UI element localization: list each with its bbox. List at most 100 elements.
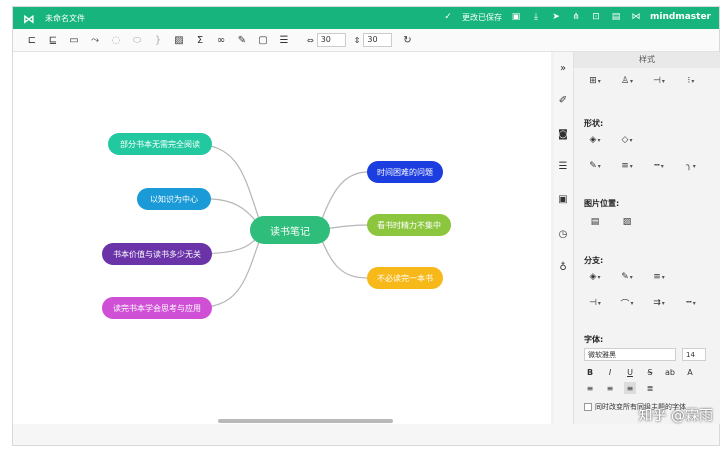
left-topic-3[interactable]: 书本价值与读书多少无关	[102, 243, 212, 265]
watermark: 知乎 @霖雨	[638, 408, 713, 424]
bold-icon[interactable]: B	[584, 366, 596, 378]
refresh-icon[interactable]: ↻	[398, 32, 416, 48]
line-dash-icon[interactable]: ┅ ▾	[648, 160, 670, 172]
floating-topic-icon[interactable]: ▭	[65, 32, 83, 48]
format-panel: 样式 ⊞ ▾ ♙ ▾ ⊣ ▾ ⁝ ▾ 形状: ◈ ▾ ◇ ▾ ✎ ▾ ≡ ▾ ┅ ▾ ╮ ▾ 图片位…	[573, 52, 720, 424]
send-icon[interactable]: ➤	[550, 11, 562, 23]
image-left-icon[interactable]: ▤	[584, 216, 606, 228]
align-justify-icon[interactable]: ≣	[644, 382, 656, 394]
summary-icon[interactable]: }	[149, 32, 167, 48]
shape-label: 形状:	[584, 119, 604, 128]
branch-label: 分支:	[584, 256, 604, 265]
branch-row-1: ◈ ▾ ✎ ▾ ≡ ▾	[584, 271, 670, 283]
horizontal-scrollbar[interactable]	[218, 419, 393, 423]
saved-check-icon: ✓	[444, 12, 452, 22]
title-bar-actions: ✓ 更改已保存 ▣ ⤓ ➤ ⋔ ⊡ ▤ ⋈ mindmaster	[442, 11, 711, 23]
export-icon[interactable]: ⤓	[530, 11, 542, 23]
clock-icon[interactable]: ◷	[557, 228, 569, 240]
strikethrough-icon[interactable]: S̶	[644, 366, 656, 378]
boundary-icon[interactable]: ⬭	[128, 32, 146, 48]
callout-icon[interactable]: ◌	[107, 32, 125, 48]
font-label: 字体:	[584, 335, 604, 344]
shape-select-icon[interactable]: ◇ ▾	[616, 134, 638, 146]
branch-row-2: ⊣ ▾ ⌒ ▾ ⇉ ▾ ┅ ▾	[584, 297, 702, 310]
image-position-row: ▤ ▨	[584, 216, 638, 228]
underline-icon[interactable]: U	[624, 366, 636, 378]
height-input[interactable]: 30	[363, 33, 393, 47]
left-topic-1[interactable]: 部分书本无需完全阅读	[108, 133, 212, 155]
height-icon: ⇕	[353, 35, 361, 45]
relationship-icon[interactable]: ⤳	[86, 32, 104, 48]
save-icon[interactable]: ▣	[510, 11, 522, 23]
collapse-panel-icon[interactable]: »	[557, 62, 569, 74]
height-spinner[interactable]: ⇕ 30	[354, 33, 393, 47]
italic-icon[interactable]: I	[604, 366, 616, 378]
branch-line-color-icon[interactable]: ✎ ▾	[616, 271, 638, 283]
align-center-icon[interactable]: ≡	[624, 382, 636, 394]
branch-arrow-icon[interactable]: ⇉ ▾	[648, 297, 670, 309]
save-status: 更改已保存	[462, 12, 503, 22]
app-logo-icon: ⋈	[23, 12, 35, 26]
file-name: 未命名文件	[45, 14, 85, 23]
publish-icon[interactable]: ⊡	[590, 11, 602, 23]
layout-grid-icon[interactable]: ⊞ ▾	[584, 75, 606, 87]
left-topic-2[interactable]: 以知识为中心	[137, 188, 211, 210]
pen-icon[interactable]: ✎	[233, 32, 251, 48]
image-panel-icon[interactable]: ◙	[557, 128, 569, 140]
checkbox-box[interactable]	[584, 403, 592, 411]
layout-row: ⊞ ▾ ♙ ▾ ⊣ ▾ ⁝ ▾	[584, 75, 702, 87]
brand-name: mindmaster	[650, 12, 711, 22]
right-topic-2[interactable]: 看书时精力不集中	[367, 214, 451, 236]
branch-connector-icon[interactable]: ⊣ ▾	[584, 297, 606, 309]
branch-weight-icon[interactable]: ≡ ▾	[648, 271, 670, 283]
tab-style[interactable]: 样式	[574, 52, 720, 68]
branch-curve-icon[interactable]: ⌒ ▾	[616, 297, 638, 310]
central-topic[interactable]: 读书笔记	[250, 216, 330, 244]
left-topic-4[interactable]: 读完书本学会思考与应用	[102, 297, 212, 319]
image-top-icon[interactable]: ▨	[616, 216, 638, 228]
shape-row-1: ◈ ▾ ◇ ▾	[584, 134, 638, 146]
task-icon[interactable]: ▣	[557, 193, 569, 205]
add-topic-icon[interactable]: ⊏	[23, 32, 41, 48]
brand-logo-icon: ⋈	[631, 12, 641, 22]
image-icon[interactable]: ▨	[170, 32, 188, 48]
line-weight-icon[interactable]: ≡ ▾	[616, 160, 638, 172]
lowercase-icon[interactable]: ab	[664, 366, 676, 378]
align-left-icon[interactable]: ≡	[584, 382, 596, 394]
font-family-select[interactable]: 微软雅黑	[584, 348, 676, 361]
shape-row-2: ✎ ▾ ≡ ▾ ┅ ▾ ╮ ▾	[584, 160, 702, 172]
font-style-row: B I U S̶ ab A	[584, 366, 696, 378]
fill-bucket-icon[interactable]: ◈ ▾	[584, 134, 606, 146]
present-icon[interactable]: ▤	[610, 11, 622, 23]
align-row: ≡ ≡ ≡ ≣	[584, 382, 656, 394]
outline-icon[interactable]: ☰	[557, 160, 569, 172]
side-icon-strip: » ✐ ◙ ☰ ▣ ◷ ♁	[554, 52, 572, 424]
branch-dash-icon[interactable]: ┅ ▾	[680, 297, 702, 309]
width-spinner[interactable]: ⇔ 30	[307, 33, 346, 47]
note-icon[interactable]: ☰	[275, 32, 293, 48]
branch-fill-icon[interactable]: ◈ ▾	[584, 271, 606, 283]
border-color-icon[interactable]: ✎ ▾	[584, 160, 606, 172]
right-topic-1[interactable]: 时间困难的问题	[367, 161, 443, 183]
width-input[interactable]: 30	[316, 33, 346, 47]
right-topic-3[interactable]: 不必读完一本书	[367, 267, 443, 289]
layout-tree-icon[interactable]: ♙ ▾	[616, 75, 638, 87]
align-right-icon[interactable]: ≡	[604, 382, 616, 394]
image-position-label: 图片位置:	[584, 199, 620, 208]
font-size-select[interactable]: 14	[682, 348, 706, 361]
corner-style-icon[interactable]: ╮ ▾	[680, 160, 702, 172]
formula-icon[interactable]: Σ	[191, 32, 209, 48]
mindmap-canvas[interactable]: 部分书本无需完全阅读 以知识为中心 书本价值与读书多少无关 读完书本学会思考与应…	[13, 52, 551, 424]
font-color-icon[interactable]: A	[684, 366, 696, 378]
hyperlink-icon[interactable]: ∞	[212, 32, 230, 48]
add-subtopic-icon[interactable]: ⊑	[44, 32, 62, 48]
connector-style-icon[interactable]: ⊣ ▾	[648, 75, 670, 87]
share-icon[interactable]: ⋔	[570, 11, 582, 23]
numbering-icon[interactable]: ⁝ ▾	[680, 75, 702, 87]
app-window: ⋈ 未命名文件 ✓ 更改已保存 ▣ ⤓ ➤ ⋔ ⊡ ▤ ⋈ mindmaster…	[12, 6, 720, 446]
toolbar: ⊏ ⊑ ▭ ⤳ ◌ ⬭ } ▨ Σ ∞ ✎ ▢ ☰ ⇔ 30 ⇕ 30 ↻	[13, 29, 719, 52]
bulb-icon[interactable]: ♁	[557, 261, 569, 273]
comment-icon[interactable]: ▢	[254, 32, 272, 48]
style-brush-icon[interactable]: ✐	[557, 94, 569, 106]
title-bar: ⋈ 未命名文件 ✓ 更改已保存 ▣ ⤓ ➤ ⋔ ⊡ ▤ ⋈ mindmaster	[13, 7, 719, 29]
